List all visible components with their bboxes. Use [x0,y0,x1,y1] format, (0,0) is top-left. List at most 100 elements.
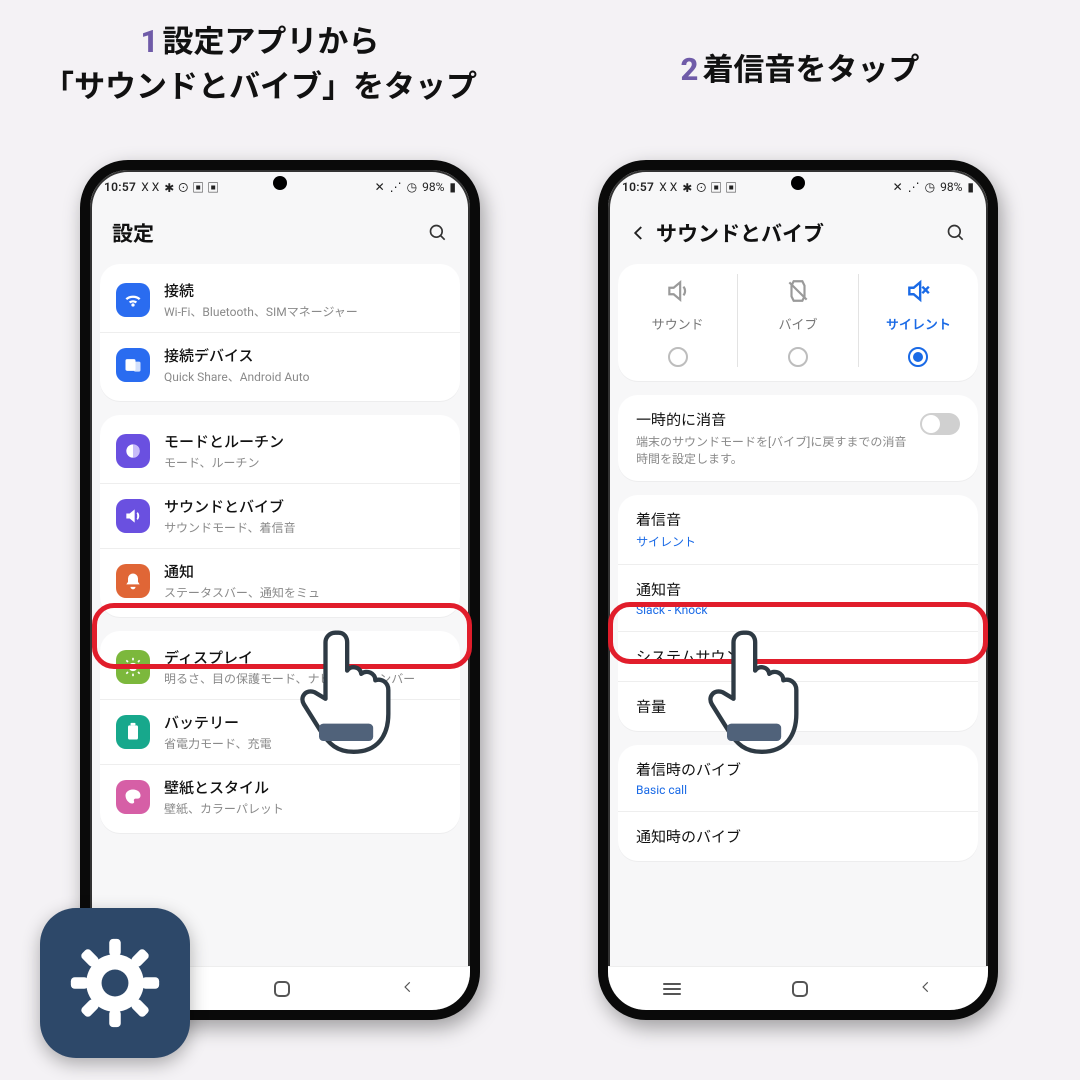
row-title: 接続 [164,280,444,301]
sound-row-1[interactable]: 通知音Slack - Knock [618,564,978,631]
row-subtitle: Wi-Fi、Bluetooth、SIMマネージャー [164,303,444,320]
row-title: 接続デバイス [164,345,444,366]
status-battery-icon: ▮ [449,180,456,194]
temp-mute-row[interactable]: 一時的に消音 端末のサウンドモードを[バイブ]に戻すまでの消音時間を設定します。 [618,395,978,481]
mode-tab-1[interactable]: バイブ [737,274,857,367]
mode-tab-0[interactable]: サウンド [618,274,737,367]
step-2-number: 2 [681,51,699,88]
wifi-icon [116,283,150,317]
page-title: 設定 [112,218,154,248]
status-battery: 98% [422,180,444,194]
vib-row-title: 通知時のバイブ [636,826,960,847]
sound-row-title: 音量 [636,696,960,717]
search-icon[interactable] [428,223,448,243]
mode-radio[interactable] [668,347,688,367]
nav-home-icon[interactable] [274,981,290,997]
row-subtitle: サウンドモード、着信音 [164,519,444,536]
modes-icon [116,434,150,468]
status-time: 10:57 [104,180,136,194]
row-subtitle: 省電力モード、充電 [164,735,444,752]
row-title: モードとルーチン [164,431,444,452]
settings-card: モードとルーチンモード、ルーチンサウンドとバイブサウンドモード、着信音通知ステー… [100,415,460,617]
step-1-number: 1 [141,23,159,60]
sound-row-3[interactable]: 音量 [618,681,978,731]
status-time: 10:57 [622,180,654,194]
row-title: 通知 [164,561,444,582]
sound-row-0[interactable]: 着信音サイレント [618,495,978,564]
settings-header: 設定 [90,200,470,264]
settings-app-icon [40,908,190,1058]
settings-card: ディスプレイ明るさ、目の保護モード、ナビゲーションバーバッテリー省電力モード、充… [100,631,460,833]
vib-row-sub: Basic call [636,783,960,797]
status-mute-icon: ✕ [893,180,903,194]
row-title: 壁紙とスタイル [164,777,444,798]
battery-icon [116,715,150,749]
step-1-text: 設定アプリから「サウンドとバイブ」をタップ [43,23,477,105]
mode-label: バイブ [778,314,817,333]
display-icon [116,650,150,684]
page-title: サウンドとバイブ [656,218,824,248]
sound-mode-tabs: サウンド バイブ サイレント [618,264,978,381]
vib-row-1[interactable]: 通知時のバイブ [618,811,978,861]
status-clock-icon: ◷ [925,180,935,194]
back-chevron-icon[interactable] [630,224,648,242]
mode-label: サイレント [886,314,951,333]
status-wifi-icon: ⋰ [908,180,920,194]
temp-mute-title: 一時的に消音 [636,409,910,430]
style-icon [116,780,150,814]
device-icon [116,348,150,382]
status-clock-icon: ◷ [407,180,417,194]
settings-row-style[interactable]: 壁紙とスタイル壁紙、カラーパレット [100,764,460,829]
mode-tab-2[interactable]: サイレント [858,274,978,367]
sound-row-title: システムサウンド [636,646,960,667]
mode-label: サウンド [652,314,704,333]
sound-row-sub: サイレント [636,533,960,550]
mode-icon [785,278,811,308]
temp-mute-sub: 端末のサウンドモードを[バイブ]に戻すまでの消音時間を設定します。 [636,433,910,467]
status-x-icon: X X [659,180,677,194]
row-title: バッテリー [164,712,444,733]
mode-radio[interactable] [908,347,928,367]
camera-hole-icon [791,176,805,190]
row-subtitle: Quick Share、Android Auto [164,368,444,385]
sound-row-title: 着信音 [636,509,960,530]
phone-right: 10:57 X X ✱ ⊙ ▣ ▣ ✕ ⋰ ◷ 98% ▮ サウンドとバイブ サ… [598,160,998,1020]
phone-left: 10:57 X X ✱ ⊙ ▣ ▣ ✕ ⋰ ◷ 98% ▮ 設定 接続 Wi-Fi… [80,160,480,1020]
status-battery: 98% [940,180,962,194]
nav-home-icon[interactable] [792,981,808,997]
status-mute-icon: ✕ [375,180,385,194]
row-title: サウンドとバイブ [164,496,444,517]
settings-row-wifi[interactable]: 接続 Wi-Fi、Bluetooth、SIMマネージャー [100,268,460,332]
nav-back-icon[interactable] [919,979,933,998]
step-2-text: 着信音をタップ [702,51,919,88]
sound-row-2[interactable]: システムサウンド [618,631,978,681]
status-x-icon: X X [141,180,159,194]
row-subtitle: 明るさ、目の保護モード、ナビゲーションバー [164,670,444,687]
nav-back-icon[interactable] [401,979,415,998]
sound-icon [116,499,150,533]
settings-row-battery[interactable]: バッテリー省電力モード、充電 [100,699,460,764]
sound-header: サウンドとバイブ [608,200,988,264]
row-title: ディスプレイ [164,647,444,668]
settings-row-device[interactable]: 接続デバイス Quick Share、Android Auto [100,332,460,397]
settings-row-bell[interactable]: 通知ステータスバー、通知をミュ [100,548,460,613]
status-wifi-icon: ⋰ [390,180,402,194]
step-2-caption: 2着信音をタップ [540,44,1060,89]
settings-row-display[interactable]: ディスプレイ明るさ、目の保護モード、ナビゲーションバー [100,635,460,699]
sound-items-card: 着信音サイレント通知音Slack - Knock システムサウンド音量 [618,495,978,731]
status-battery-icon: ▮ [967,180,974,194]
temp-mute-toggle[interactable] [920,413,960,435]
bell-icon [116,564,150,598]
vib-row-0[interactable]: 着信時のバイブBasic call [618,745,978,811]
settings-row-modes[interactable]: モードとルーチンモード、ルーチン [100,419,460,483]
vibration-items-card: 着信時のバイブBasic call 通知時のバイブ [618,745,978,861]
status-extra-icons: ✱ ⊙ ▣ ▣ [164,179,219,196]
search-icon[interactable] [946,223,966,243]
nav-recents-icon[interactable] [663,988,681,990]
status-extra-icons: ✱ ⊙ ▣ ▣ [682,179,737,196]
mode-radio[interactable] [788,347,808,367]
sound-row-sub: Slack - Knock [636,603,960,617]
step-1-caption: 1設定アプリから「サウンドとバイブ」をタップ [0,20,520,110]
settings-row-sound[interactable]: サウンドとバイブサウンドモード、着信音 [100,483,460,548]
settings-card: 接続 Wi-Fi、Bluetooth、SIMマネージャー接続デバイス Quick S… [100,264,460,401]
